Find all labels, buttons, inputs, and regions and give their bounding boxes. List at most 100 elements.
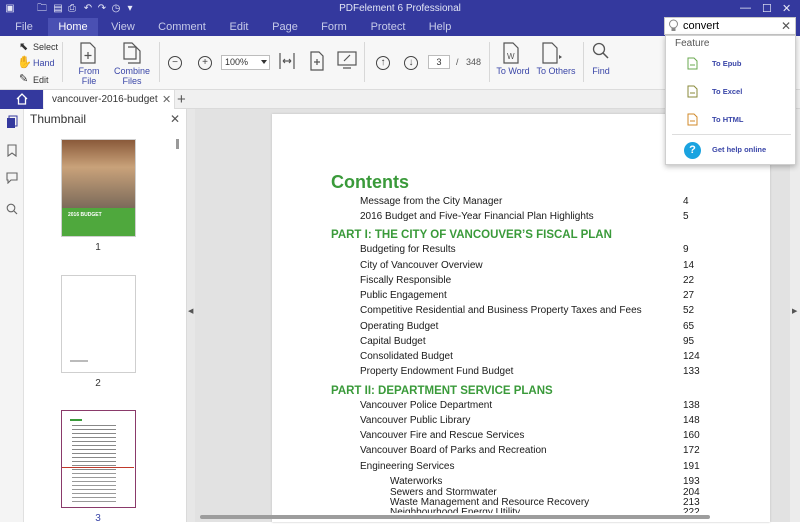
zoom-value: 100% [225, 57, 249, 67]
toc-entry[interactable]: Vancouver Public Library [360, 415, 470, 426]
menu-home[interactable]: Home [48, 18, 98, 36]
thumbnail-panel-icon[interactable] [6, 115, 18, 129]
to-epub-item[interactable]: To Epub [666, 54, 797, 76]
search-panel-icon[interactable] [6, 203, 18, 215]
toc-entry[interactable]: 2016 Budget and Five-Year Financial Plan… [360, 211, 594, 222]
thumbnail-page-3[interactable] [61, 410, 136, 508]
thumbnail-scrollbar[interactable] [176, 139, 179, 149]
toc-page: 172 [683, 445, 700, 456]
page-number-input[interactable]: 3 [428, 55, 450, 69]
menu-protect[interactable]: Protect [366, 18, 410, 36]
right-panel-toggle[interactable]: ▶ [790, 109, 800, 522]
minimize-icon[interactable]: — [740, 2, 751, 14]
toc-entry[interactable]: Budgeting for Results [360, 244, 456, 255]
toc-page: 5 [683, 211, 689, 222]
close-tab-icon[interactable]: ✕ [162, 93, 171, 106]
toc-page: 133 [683, 366, 700, 377]
menu-form[interactable]: Form [316, 18, 352, 36]
page-separator: / [456, 57, 459, 67]
new-tab-icon[interactable]: + [177, 91, 186, 108]
divider [364, 42, 365, 82]
menu-file[interactable]: File [8, 18, 40, 36]
part-heading: PART I: THE CITY OF VANCOUVER’S FISCAL P… [331, 229, 612, 241]
thumbnail-label-2: 2 [95, 378, 101, 389]
toc-entry[interactable]: Vancouver Police Department [360, 400, 492, 411]
toc-entry[interactable]: Consolidated Budget [360, 351, 453, 362]
select-cursor-icon: ⬉ [19, 41, 29, 53]
to-epub-label: To Epub [712, 59, 742, 68]
toc-page: 95 [683, 336, 695, 347]
toc-entry[interactable]: Property Endowment Fund Budget [360, 366, 513, 377]
combine-files-label-2[interactable]: Files [113, 76, 151, 86]
toc-page: 193 [683, 476, 700, 487]
panel-splitter[interactable]: ◀ [187, 109, 195, 522]
search-input[interactable]: convert ✕ [664, 17, 796, 35]
bookmark-icon[interactable] [7, 144, 17, 157]
lightbulb-icon [669, 19, 678, 31]
maximize-icon[interactable]: ☐ [762, 2, 772, 15]
rotate-page-icon[interactable] [308, 50, 326, 72]
toc-page: 22 [683, 275, 695, 286]
toc-entry[interactable]: Fiscally Responsible [360, 275, 451, 286]
previous-page-icon[interactable]: ↑ [376, 56, 390, 70]
epub-file-icon [687, 57, 698, 70]
toc-entry[interactable]: Capital Budget [360, 336, 426, 347]
horizontal-scrollbar[interactable] [200, 515, 710, 519]
to-excel-item[interactable]: To Excel [666, 82, 797, 104]
menu-comment[interactable]: Comment [156, 18, 208, 36]
comment-icon[interactable] [6, 172, 18, 184]
export-others-icon [542, 42, 562, 64]
home-tab[interactable] [0, 90, 43, 109]
to-others-button[interactable]: To Others [535, 66, 577, 76]
find-button[interactable]: Find [590, 66, 612, 76]
toc-page: 52 [683, 305, 695, 316]
zoom-out-icon[interactable]: − [168, 56, 182, 70]
hand-tool-button[interactable]: Hand [33, 58, 55, 68]
get-help-online-item[interactable]: ? Get help online [666, 140, 797, 162]
divider [489, 42, 490, 82]
combine-files-label-1[interactable]: Combine [113, 66, 151, 76]
select-tool-button[interactable]: Select [33, 42, 58, 52]
window-title: PDFelement 6 Professional [339, 3, 461, 14]
from-file-button[interactable]: From File [71, 66, 107, 86]
zoom-in-icon[interactable]: + [198, 56, 212, 70]
part-heading: PART II: DEPARTMENT SERVICE PLANS [331, 385, 553, 397]
menu-view[interactable]: View [106, 18, 140, 36]
expand-right-icon[interactable]: ▶ [792, 307, 797, 315]
get-help-label: Get help online [712, 145, 767, 154]
to-html-item[interactable]: To HTML [666, 110, 797, 132]
thumbnail-page-2[interactable] [61, 275, 136, 373]
toc-entry[interactable]: City of Vancouver Overview [360, 260, 483, 271]
dropdown-header: Feature [675, 38, 710, 49]
collapse-left-icon[interactable]: ◀ [188, 307, 193, 315]
clear-search-icon[interactable]: ✕ [781, 19, 791, 33]
next-page-icon[interactable]: ↓ [404, 56, 418, 70]
toc-entry[interactable]: Engineering Services [360, 461, 455, 472]
to-word-button[interactable]: To Word [495, 66, 531, 76]
menu-help[interactable]: Help [424, 18, 456, 36]
toc-entry[interactable]: Operating Budget [360, 321, 438, 332]
close-panel-icon[interactable]: ✕ [170, 112, 180, 126]
toc-subentry[interactable]: Waterworks [390, 476, 442, 487]
fit-width-icon[interactable] [278, 51, 296, 71]
toc-entry[interactable]: Message from the City Manager [360, 196, 502, 207]
divider [159, 42, 160, 82]
toc-entry[interactable]: Competitive Residential and Business Pro… [360, 305, 642, 316]
close-window-icon[interactable]: ✕ [782, 2, 791, 15]
toc-page: 65 [683, 321, 695, 332]
menu-edit[interactable]: Edit [222, 18, 256, 36]
page-footer-mark [70, 360, 88, 362]
toc-entry[interactable]: Public Engagement [360, 290, 447, 301]
zoom-select[interactable]: 100% [221, 55, 270, 70]
toc-entry[interactable]: Vancouver Board of Parks and Recreation [360, 445, 547, 456]
tab-title: vancouver-2016-budget [52, 94, 158, 105]
full-screen-icon[interactable] [337, 51, 357, 69]
from-file-icon [80, 42, 96, 64]
menu-page[interactable]: Page [266, 18, 304, 36]
edit-tool-button[interactable]: Edit [33, 75, 49, 85]
thumbnail-page-1[interactable]: 2016 BUDGET [61, 139, 136, 237]
html-file-icon [687, 113, 698, 126]
toc-subentry[interactable]: Neighbourhood Energy Utility [390, 507, 520, 513]
tab-vancouver-2016-budget[interactable]: vancouver-2016-budget ✕ [44, 90, 175, 109]
toc-entry[interactable]: Vancouver Fire and Rescue Services [360, 430, 524, 441]
